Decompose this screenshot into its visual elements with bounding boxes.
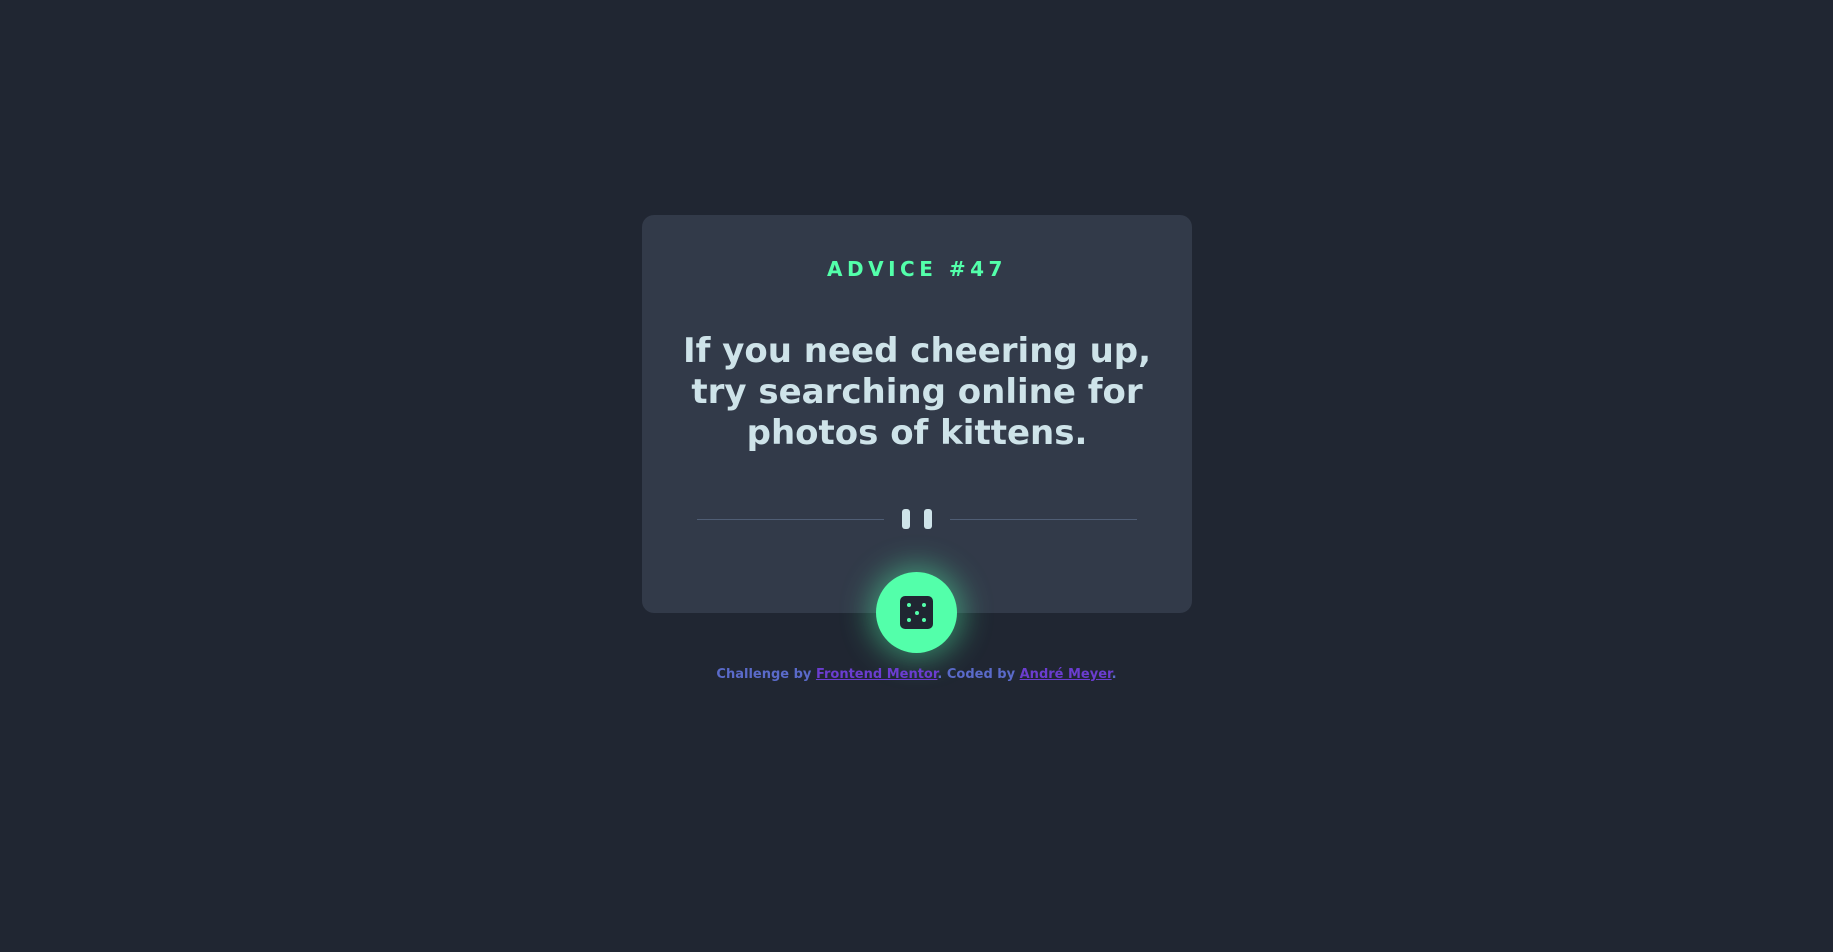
dice-dot: [922, 603, 926, 607]
frontend-mentor-link[interactable]: Frontend Mentor: [816, 667, 937, 682]
pattern-divider: [697, 505, 1137, 533]
author-link[interactable]: André Meyer: [1020, 667, 1112, 682]
dice-dot: [907, 618, 911, 622]
attribution-footer: Challenge by Frontend Mentor. Coded by A…: [0, 667, 1833, 682]
advice-quote: If you need cheering up, try searching o…: [682, 331, 1152, 453]
generate-advice-button[interactable]: [876, 572, 957, 653]
advice-number: ADVICE #47: [827, 257, 1007, 281]
dice-dot: [914, 610, 919, 615]
divider-line-right: [950, 518, 1137, 520]
pause-bar-left: [902, 509, 910, 529]
dice-dot: [922, 618, 926, 622]
footer-suffix: .: [1111, 667, 1117, 682]
advice-card: ADVICE #47 If you need cheering up, try …: [642, 215, 1192, 613]
challenge-prefix: Challenge by: [716, 667, 812, 682]
pause-bar-right: [924, 509, 932, 529]
app-root: ADVICE #47 If you need cheering up, try …: [0, 0, 1833, 952]
pause-icon: [902, 509, 932, 529]
dice-icon: [900, 596, 933, 629]
dice-dot: [907, 603, 911, 607]
divider-line-left: [697, 518, 884, 520]
coded-prefix: . Coded by: [937, 667, 1016, 682]
